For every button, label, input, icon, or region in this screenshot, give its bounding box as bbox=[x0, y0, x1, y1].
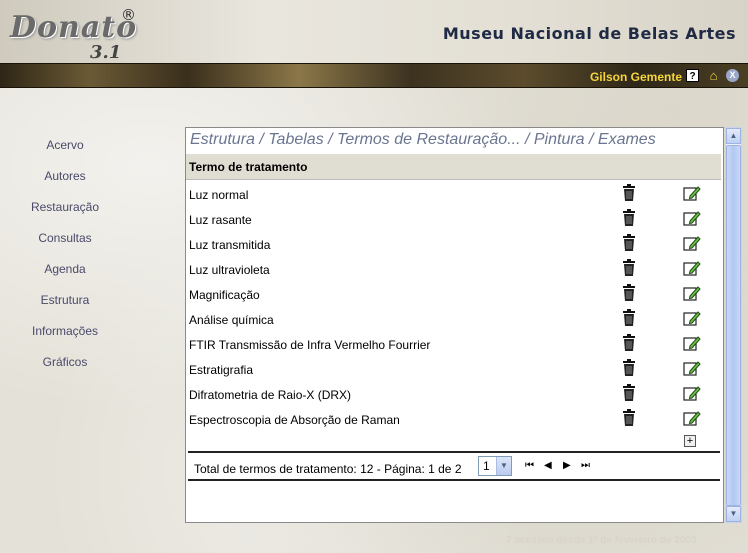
header: Donato ® 3.1 Museu Nacional de Belas Art… bbox=[0, 0, 748, 63]
row-label: Luz ultravioleta bbox=[189, 263, 270, 277]
trash-icon[interactable] bbox=[622, 284, 636, 302]
edit-icon[interactable] bbox=[683, 284, 701, 302]
row-label: Estratigrafia bbox=[189, 363, 254, 377]
trash-icon[interactable] bbox=[622, 359, 636, 377]
pagination-bar: Total de termos de tratamento: 12 - Pági… bbox=[188, 451, 720, 481]
edit-icon[interactable] bbox=[683, 234, 701, 252]
row-label: Luz normal bbox=[189, 188, 249, 202]
sidebar-item-autores[interactable]: Autores bbox=[0, 161, 130, 192]
row-label: Espectroscopia de Absorção de Raman bbox=[189, 413, 400, 427]
sidebar-nav: Acervo Autores Restauração Consultas Age… bbox=[0, 130, 130, 378]
access-info: 7 acessos desde 1º de fevereiro de 2003 bbox=[506, 535, 697, 546]
table-row: Análise química bbox=[186, 306, 721, 331]
table-row: Difratometria de Raio-X (DRX) bbox=[186, 381, 721, 406]
home-icon[interactable]: ⌂ bbox=[707, 69, 720, 82]
edit-icon[interactable] bbox=[683, 184, 701, 202]
logo-registered-mark: ® bbox=[121, 6, 136, 24]
trash-icon[interactable] bbox=[622, 334, 636, 352]
sidebar-item-acervo[interactable]: Acervo bbox=[0, 130, 130, 161]
row-label: FTIR Transmissão de Infra Vermelho Fourr… bbox=[189, 338, 431, 352]
table-row: Magnificação bbox=[186, 281, 721, 306]
help-icon[interactable]: ? bbox=[686, 69, 699, 82]
edit-icon[interactable] bbox=[683, 409, 701, 427]
main-panel: Estrutura / Tabelas / Termos de Restaura… bbox=[185, 127, 724, 523]
page-select[interactable]: 1 ▼ bbox=[478, 456, 512, 476]
trash-icon[interactable] bbox=[622, 384, 636, 402]
row-label: Difratometria de Raio-X (DRX) bbox=[189, 388, 352, 402]
sidebar-item-consultas[interactable]: Consultas bbox=[0, 223, 130, 254]
trash-icon[interactable] bbox=[622, 184, 636, 202]
trash-icon[interactable] bbox=[622, 409, 636, 427]
row-label: Luz rasante bbox=[189, 213, 252, 227]
exit-icon[interactable]: X bbox=[726, 69, 739, 82]
app-logo: Donato ® 3.1 bbox=[10, 6, 140, 63]
scroll-down-icon[interactable]: ▼ bbox=[726, 506, 741, 522]
museum-title: Museu Nacional de Belas Artes bbox=[442, 24, 736, 43]
row-label: Análise química bbox=[189, 313, 274, 327]
logo-version: 3.1 bbox=[90, 42, 122, 63]
edit-icon[interactable] bbox=[683, 334, 701, 352]
table-header: Termo de tratamento bbox=[186, 154, 721, 180]
scroll-thumb[interactable] bbox=[726, 145, 741, 506]
total-count-text: Total de termos de tratamento: 12 - Pági… bbox=[194, 462, 462, 476]
table-row: Luz rasante bbox=[186, 206, 721, 231]
table-row: FTIR Transmissão de Infra Vermelho Fourr… bbox=[186, 331, 721, 356]
sidebar-item-restauracao[interactable]: Restauração bbox=[0, 192, 130, 223]
next-page-icon[interactable]: ▶ bbox=[563, 460, 571, 471]
trash-icon[interactable] bbox=[622, 309, 636, 327]
table-row: Luz transmitida bbox=[186, 231, 721, 256]
sidebar-item-graficos[interactable]: Gráficos bbox=[0, 347, 130, 378]
row-label: Luz transmitida bbox=[189, 238, 271, 252]
table-row: Luz normal bbox=[186, 181, 721, 206]
user-name[interactable]: Gilson Gemente bbox=[590, 70, 682, 84]
scroll-up-icon[interactable]: ▲ bbox=[726, 128, 741, 144]
table-row: Espectroscopia de Absorção de Raman bbox=[186, 406, 721, 431]
edit-icon[interactable] bbox=[683, 384, 701, 402]
breadcrumb: Estrutura / Tabelas / Termos de Restaura… bbox=[190, 131, 656, 148]
column-header-termo: Termo de tratamento bbox=[189, 160, 308, 174]
edit-icon[interactable] bbox=[683, 209, 701, 227]
add-icon[interactable]: + bbox=[684, 435, 696, 447]
brand-strip: Gilson Gemente ? ⌂ X bbox=[0, 63, 748, 88]
prev-page-icon[interactable]: ◀ bbox=[544, 460, 552, 471]
logo-word: Donato bbox=[10, 10, 138, 45]
table-row: Estratigrafia bbox=[186, 356, 721, 381]
page-select-value: 1 bbox=[483, 459, 490, 473]
vertical-scrollbar[interactable]: ▲ ▼ bbox=[725, 127, 742, 523]
trash-icon[interactable] bbox=[622, 234, 636, 252]
edit-icon[interactable] bbox=[683, 309, 701, 327]
sidebar-item-estrutura[interactable]: Estrutura bbox=[0, 285, 130, 316]
first-page-icon[interactable]: ⏮ bbox=[525, 460, 534, 471]
sidebar-item-informacoes[interactable]: Informações bbox=[0, 316, 130, 347]
row-label: Magnificação bbox=[189, 288, 260, 302]
edit-icon[interactable] bbox=[683, 359, 701, 377]
last-page-icon[interactable]: ⏭ bbox=[581, 460, 590, 471]
sidebar-item-agenda[interactable]: Agenda bbox=[0, 254, 130, 285]
trash-icon[interactable] bbox=[622, 259, 636, 277]
terms-table: Luz normal Luz rasante Luz transmitida Luz … bbox=[186, 181, 721, 431]
edit-icon[interactable] bbox=[683, 259, 701, 277]
table-row: Luz ultravioleta bbox=[186, 256, 721, 281]
trash-icon[interactable] bbox=[622, 209, 636, 227]
chevron-down-icon[interactable]: ▼ bbox=[496, 457, 511, 475]
